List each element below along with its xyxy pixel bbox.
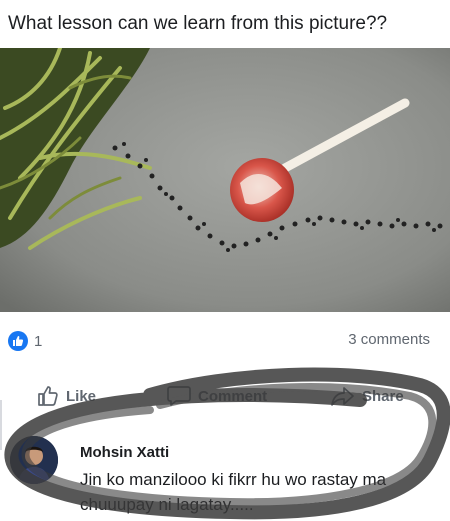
comment-text: Jin ko manzilooo ki fikrr hu wo rastay m… [80, 470, 387, 514]
commenter-name[interactable]: Mohsin Xatti [80, 444, 169, 461]
share-label: Share [362, 387, 404, 405]
avatar[interactable] [10, 436, 58, 484]
ants-lollipop-image [0, 48, 450, 312]
like-label: Like [66, 387, 97, 405]
like-icon [8, 331, 28, 351]
speech-bubble-icon [167, 386, 191, 406]
share-button[interactable]: Share [330, 380, 404, 412]
post-photo[interactable] [0, 48, 450, 312]
action-bar: Like Comment Share [0, 380, 450, 412]
reaction-summary[interactable]: 1 [8, 329, 42, 353]
post-text: What lesson can we learn from this pictu… [8, 13, 388, 34]
comment-label: Comment [198, 387, 268, 405]
comments-count-link[interactable]: 3 comments [348, 331, 430, 348]
profile-photo [10, 436, 58, 484]
divider [0, 400, 2, 450]
share-arrow-icon [331, 387, 354, 406]
comment: Mohsin Xatti Jin ko manzilooo ki fikrr h… [10, 432, 440, 518]
thumbs-up-icon [38, 386, 58, 406]
comment-button[interactable]: Comment [166, 380, 267, 412]
like-button[interactable]: Like [36, 380, 96, 412]
reaction-count: 1 [34, 332, 43, 350]
